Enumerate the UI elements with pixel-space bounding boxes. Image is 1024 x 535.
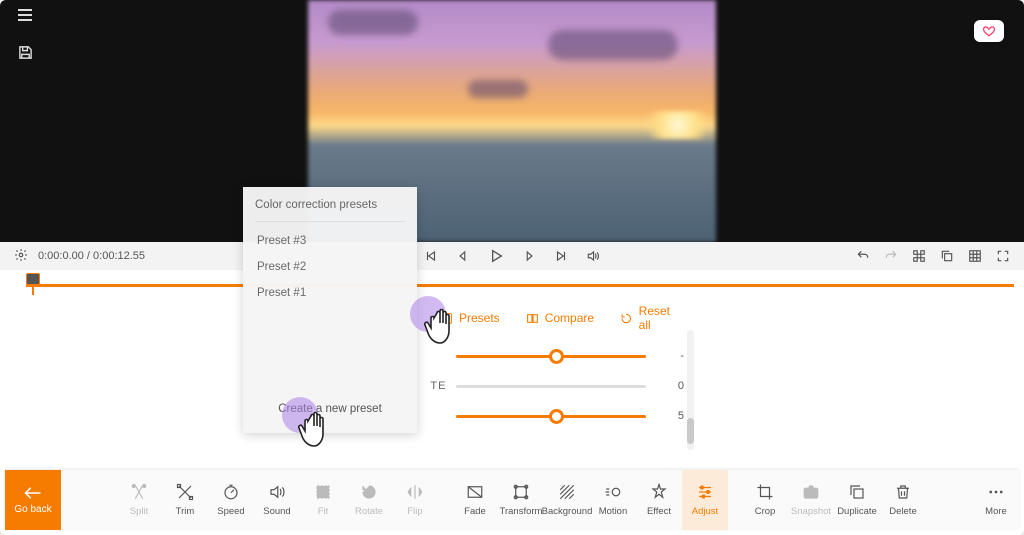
tool-label: Fit: [318, 506, 329, 517]
adjust-panel: Presets Compare Reset all - TE 0 5: [0, 296, 1024, 468]
tool-label: Rotate: [355, 506, 383, 517]
slider-track[interactable]: [456, 385, 645, 388]
tool-label: Flip: [407, 506, 422, 517]
scrollbar-thumb[interactable]: [687, 418, 694, 444]
timeline-track[interactable]: [26, 284, 1014, 287]
preset-item[interactable]: Preset #2: [255, 254, 405, 280]
slider-track[interactable]: [456, 355, 645, 358]
tool-label: Fade: [464, 506, 486, 517]
redo-icon[interactable]: [884, 249, 898, 263]
preset-item[interactable]: Preset #1: [255, 280, 405, 306]
presets-button[interactable]: Presets: [440, 311, 500, 325]
tool-label: Sound: [263, 506, 290, 517]
slider-value: -: [656, 350, 684, 362]
slider-thumb[interactable]: [549, 409, 564, 424]
tool-label: Effect: [647, 506, 671, 517]
tool-sound[interactable]: Sound: [254, 470, 300, 530]
go-back-button[interactable]: Go back: [5, 470, 61, 530]
tool-label: Speed: [217, 506, 244, 517]
tool-snapshot: Snapshot: [788, 470, 834, 530]
app-window: 0:00:0.00 / 0:00:12.55 Presets: [0, 0, 1024, 535]
adjust-slider-2: TE 0: [420, 380, 684, 392]
adjust-actions: Presets Compare Reset all: [440, 304, 684, 332]
go-back-label: Go back: [14, 504, 51, 515]
tool-label: Crop: [755, 506, 776, 517]
more-button[interactable]: More: [973, 470, 1019, 530]
compare-button[interactable]: Compare: [526, 311, 594, 325]
tool-adjust[interactable]: Adjust: [682, 470, 728, 530]
tool-delete[interactable]: Delete: [880, 470, 926, 530]
playback-time: 0:00:0.00 / 0:00:12.55: [38, 250, 145, 262]
tool-rotate: Rotate: [346, 470, 392, 530]
slider-label: TE: [420, 380, 446, 392]
fullscreen-icon[interactable]: [996, 249, 1010, 263]
tool-label: Delete: [889, 506, 916, 517]
volume-icon[interactable]: [586, 249, 600, 263]
checker-icon[interactable]: [912, 249, 926, 263]
tool-speed[interactable]: Speed: [208, 470, 254, 530]
compare-label: Compare: [545, 311, 594, 325]
tool-label: Adjust: [692, 506, 718, 517]
tool-split: Split: [116, 470, 162, 530]
playback-settings-icon[interactable]: [14, 248, 28, 265]
tool-flip: Flip: [392, 470, 438, 530]
panel-scrollbar[interactable]: [687, 330, 694, 450]
tool-label: Snapshot: [791, 506, 831, 517]
tool-crop[interactable]: Crop: [742, 470, 788, 530]
playback-controls: [424, 248, 600, 264]
play-icon[interactable]: [488, 248, 504, 264]
prev-frame-icon[interactable]: [456, 249, 470, 263]
skip-start-icon[interactable]: [424, 249, 438, 263]
more-label: More: [985, 506, 1007, 517]
tool-background[interactable]: Background: [544, 470, 590, 530]
save-icon[interactable]: [18, 45, 33, 65]
preset-item[interactable]: Preset #3: [255, 228, 405, 254]
copy-icon[interactable]: [940, 249, 954, 263]
presets-label: Presets: [459, 311, 500, 325]
tool-motion[interactable]: Motion: [590, 470, 636, 530]
timeline[interactable]: [0, 270, 1024, 296]
tool-label: Motion: [599, 506, 628, 517]
reset-all-button[interactable]: Reset all: [620, 304, 684, 332]
tool-label: Trim: [176, 506, 195, 517]
playback-bar: 0:00:0.00 / 0:00:12.55: [0, 242, 1024, 270]
adjust-slider-1: -: [420, 350, 684, 362]
tool-effect[interactable]: Effect: [636, 470, 682, 530]
tool-label: Split: [130, 506, 148, 517]
undo-icon[interactable]: [856, 249, 870, 263]
next-frame-icon[interactable]: [522, 249, 536, 263]
video-preview-area: [0, 0, 1024, 242]
tool-fade[interactable]: Fade: [452, 470, 498, 530]
tool-label: Transform: [500, 506, 543, 517]
reset-label: Reset all: [639, 304, 684, 332]
presets-popup-title: Color correction presets: [255, 199, 405, 222]
slider-track[interactable]: [456, 415, 645, 418]
create-preset-button[interactable]: Create a new preset: [255, 393, 405, 425]
left-rail: [0, 0, 50, 242]
tools-row: Split Trim Speed Sound Fit Rotate Flip Fade Tran…: [61, 470, 973, 530]
tool-duplicate[interactable]: Duplicate: [834, 470, 880, 530]
presets-popup: Color correction presets Preset #3 Prese…: [243, 187, 417, 433]
grid-icon[interactable]: [968, 249, 982, 263]
timeline-playhead[interactable]: [26, 273, 40, 293]
tool-trim[interactable]: Trim: [162, 470, 208, 530]
tool-fit: Fit: [300, 470, 346, 530]
highlight-circle: [410, 296, 446, 332]
slider-value: 0: [656, 380, 684, 392]
hamburger-menu-icon[interactable]: [17, 8, 33, 27]
playbar-right-controls: [856, 249, 1010, 263]
skip-end-icon[interactable]: [554, 249, 568, 263]
slider-value: 5: [656, 410, 684, 422]
favorite-button[interactable]: [974, 20, 1004, 42]
slider-thumb[interactable]: [549, 349, 564, 364]
adjust-slider-3: 5: [420, 410, 684, 422]
tool-label: Duplicate: [837, 506, 877, 517]
bottom-toolbar: Go back Split Trim Speed Sound Fit Rotate Flip…: [5, 470, 1019, 530]
tool-transform[interactable]: Transform: [498, 470, 544, 530]
highlight-circle: [282, 397, 318, 433]
tool-label: Background: [542, 506, 593, 517]
